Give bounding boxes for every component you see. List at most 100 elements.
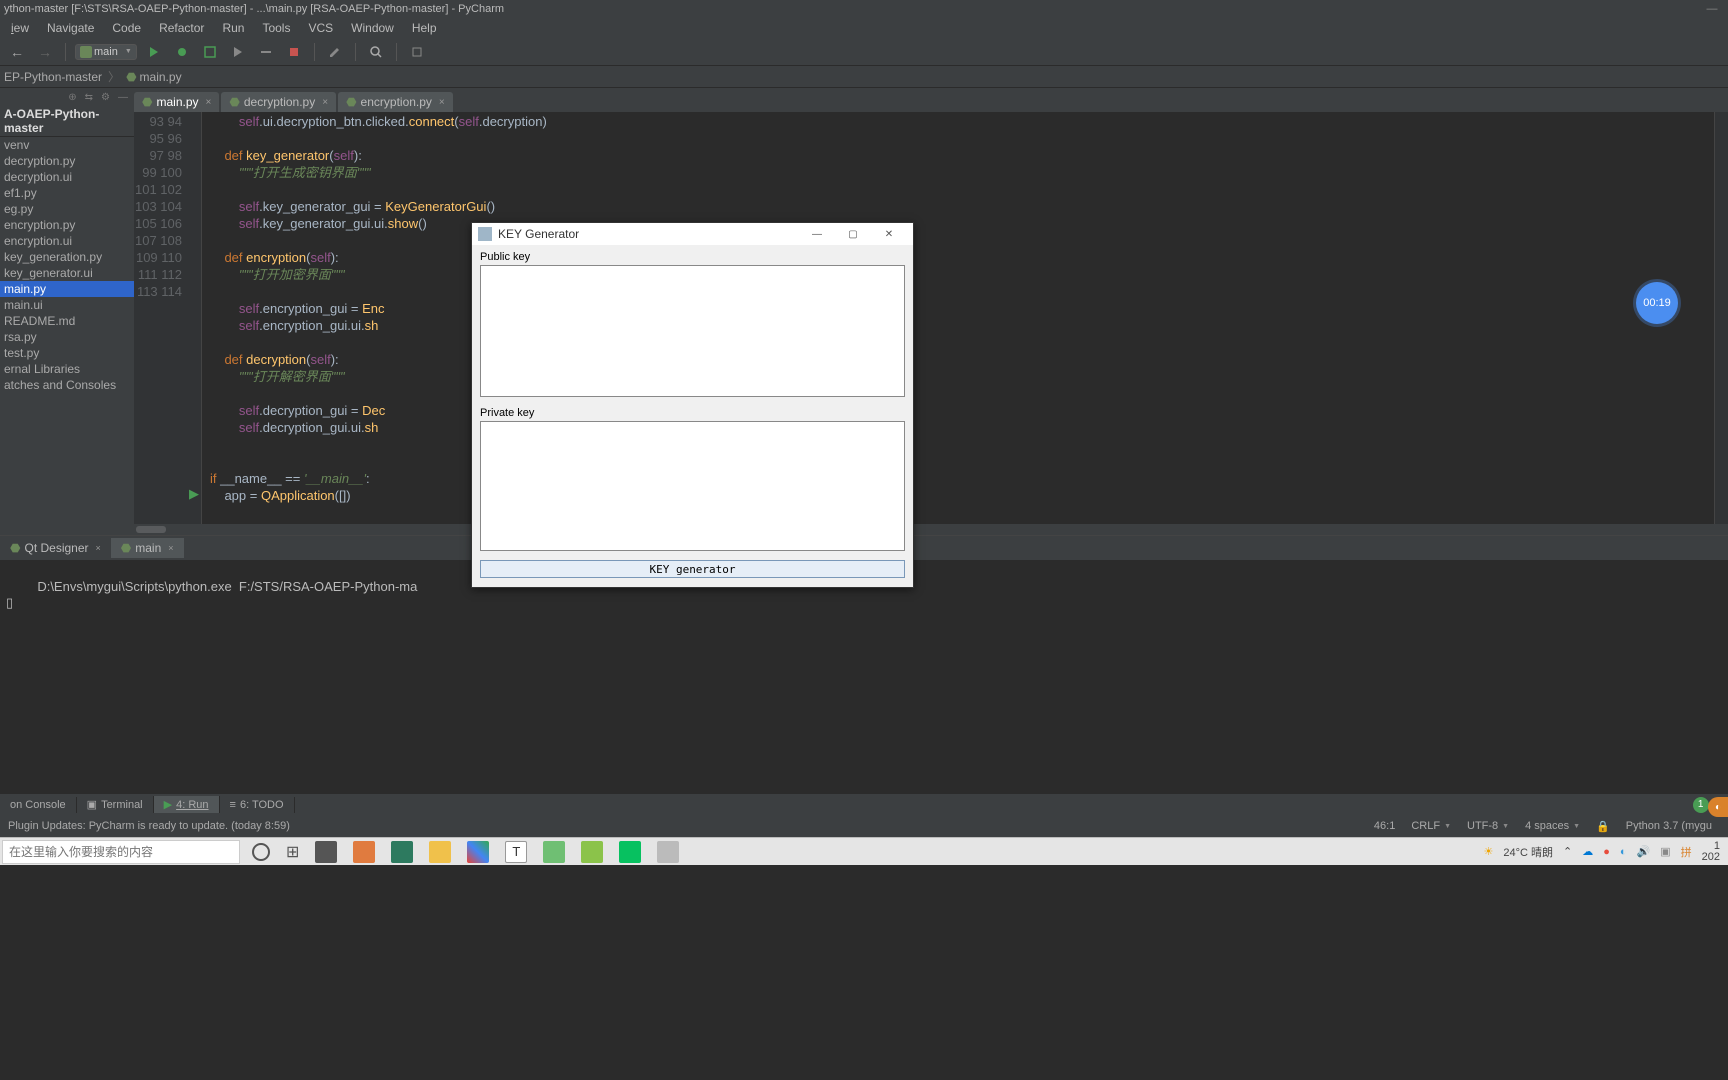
file-tree-item[interactable]: ef1.py	[0, 185, 134, 201]
tab-close-icon[interactable]: ×	[206, 97, 212, 108]
menu-run[interactable]: Run	[213, 19, 253, 37]
menu-bar[interactable]: iew Navigate Code Refactor Run Tools VCS…	[0, 18, 1728, 38]
run-config-selector[interactable]: main	[75, 44, 137, 60]
status-encoding[interactable]: UTF-8▼	[1459, 820, 1517, 832]
file-tree-item[interactable]: ernal Libraries	[0, 361, 134, 377]
tray-app2-icon[interactable]: ◐	[1620, 846, 1627, 858]
file-tree[interactable]: venvdecryption.pydecryption.uief1.pyeg.p…	[0, 137, 134, 535]
file-tree-item[interactable]: main.py	[0, 281, 134, 297]
window-minimize[interactable]: —	[1700, 3, 1724, 15]
menu-window[interactable]: Window	[342, 19, 403, 37]
key-generator-dialog[interactable]: KEY Generator — ▢ ✕ Public key Private k…	[471, 222, 914, 588]
editor-tab[interactable]: ⬣encryption.py×	[338, 92, 453, 112]
file-tree-item[interactable]: key_generator.ui	[0, 265, 134, 281]
run-more2-button[interactable]	[255, 41, 277, 63]
file-tree-item[interactable]: encryption.ui	[0, 233, 134, 249]
stop-button[interactable]	[283, 41, 305, 63]
nav-back-button[interactable]: ←	[6, 41, 28, 63]
weather-text[interactable]: 24°C 晴朗	[1503, 844, 1553, 860]
file-tree-item[interactable]: README.md	[0, 313, 134, 329]
menu-help[interactable]: Help	[403, 19, 446, 37]
tray-app3-icon[interactable]: ▣	[1660, 845, 1670, 858]
chrome-icon[interactable]	[467, 841, 489, 863]
file-tree-item[interactable]: decryption.py	[0, 153, 134, 169]
vcs-button[interactable]	[406, 41, 428, 63]
menu-vcs[interactable]: VCS	[299, 19, 342, 37]
file-tree-item[interactable]: main.ui	[0, 297, 134, 313]
public-key-input[interactable]	[480, 265, 905, 397]
status-python[interactable]: Python 3.7 (mygu	[1618, 820, 1720, 832]
folder-icon[interactable]	[429, 841, 451, 863]
start-icon[interactable]	[252, 843, 270, 861]
taskbar[interactable]: ⊞ T ☀ 24°C 晴朗 ⌃ ☁ ● ◐ 🔊 ▣ 拼 1202	[0, 837, 1728, 865]
sidebar-minimize-icon[interactable]: —	[118, 92, 128, 103]
menu-refactor[interactable]: Refactor	[150, 19, 213, 37]
status-position[interactable]: 46:1	[1366, 820, 1403, 832]
windows-search-input[interactable]	[2, 840, 240, 864]
run-tab[interactable]: ⬣Qt Designer×	[0, 538, 111, 558]
sidebar-target-icon[interactable]: ⊕	[68, 92, 76, 103]
coverage-button[interactable]	[199, 41, 221, 63]
debug-button[interactable]	[171, 41, 193, 63]
editor-tab[interactable]: ⬣decryption.py×	[221, 92, 336, 112]
tray-ime-icon[interactable]: 拼	[1681, 844, 1692, 860]
event-bubble[interactable]: ◐	[1708, 797, 1728, 817]
file-tree-item[interactable]: rsa.py	[0, 329, 134, 345]
menu-tools[interactable]: Tools	[253, 19, 299, 37]
editor-minimap[interactable]	[1714, 112, 1728, 524]
task-view-icon[interactable]: ⊞	[286, 842, 299, 862]
tab-close-icon[interactable]: ×	[322, 97, 328, 108]
tab-close-icon[interactable]: ×	[439, 97, 445, 108]
menu-view[interactable]: iew	[2, 19, 38, 37]
toolwin-todo[interactable]: ≡ 6: TODO	[220, 797, 295, 813]
wechat-icon[interactable]	[619, 841, 641, 863]
edit-config-button[interactable]	[324, 41, 346, 63]
dialog-minimize[interactable]: —	[799, 224, 835, 244]
weather-icon[interactable]: ☀	[1483, 845, 1493, 858]
editor-code[interactable]: self.ui.decryption_btn.clicked.connect(s…	[202, 112, 1714, 524]
app10-icon[interactable]	[657, 841, 679, 863]
app8-icon[interactable]	[581, 841, 603, 863]
status-line-sep[interactable]: CRLF▼	[1403, 820, 1459, 832]
editor-scrollbar-h[interactable]	[134, 524, 1728, 535]
file-tree-item[interactable]: eg.py	[0, 201, 134, 217]
project-root[interactable]: A-OAEP-Python-master	[0, 106, 134, 137]
app7-icon[interactable]	[543, 841, 565, 863]
console-output[interactable]: D:\Envs\mygui\Scripts\python.exe F:/STS/…	[0, 560, 1728, 793]
pycharm-icon[interactable]	[391, 841, 413, 863]
menu-code[interactable]: Code	[103, 19, 150, 37]
nav-forward-button[interactable]: →	[34, 41, 56, 63]
editor-fold-gutter[interactable]: ▶	[188, 112, 202, 524]
sidebar-collapse-icon[interactable]: ⇆	[85, 92, 93, 103]
toolwin-badge[interactable]: 1	[1693, 797, 1709, 813]
run-tab[interactable]: ⬣main×	[111, 538, 184, 558]
explorer-icon[interactable]	[315, 841, 337, 863]
breadcrumb-project[interactable]: EP-Python-master	[2, 70, 104, 84]
tray-up-icon[interactable]: ⌃	[1563, 845, 1572, 858]
menu-navigate[interactable]: Navigate	[38, 19, 103, 37]
tray-app1-icon[interactable]: ●	[1603, 846, 1610, 858]
toolwin-terminal[interactable]: ▣ Terminal	[77, 796, 154, 813]
file-tree-item[interactable]: key_generation.py	[0, 249, 134, 265]
status-indent[interactable]: 4 spaces▼	[1517, 820, 1588, 832]
toolwin-python-console[interactable]: on Console	[0, 797, 77, 813]
private-key-input[interactable]	[480, 421, 905, 551]
tray-clock[interactable]: 1202	[1702, 841, 1720, 863]
editor-tab[interactable]: ⬣main.py×	[134, 92, 219, 112]
toolwin-run[interactable]: ▶ 4: Run	[154, 796, 220, 813]
run-more1-button[interactable]	[227, 41, 249, 63]
run-button[interactable]	[143, 41, 165, 63]
file-tree-item[interactable]: test.py	[0, 345, 134, 361]
tab-close-icon[interactable]: ×	[168, 543, 173, 553]
tray-onedrive-icon[interactable]: ☁	[1582, 845, 1593, 858]
file-tree-item[interactable]: atches and Consoles	[0, 377, 134, 393]
file-tree-item[interactable]: decryption.ui	[0, 169, 134, 185]
dialog-maximize[interactable]: ▢	[835, 224, 871, 244]
code-pane[interactable]: 93 94 95 96 97 98 99 100 101 102 103 104…	[134, 112, 1728, 524]
key-generator-button[interactable]: KEY generator	[480, 560, 905, 578]
file-tree-item[interactable]: encryption.py	[0, 217, 134, 233]
app2-icon[interactable]	[353, 841, 375, 863]
dialog-close[interactable]: ✕	[871, 224, 907, 244]
record-timer[interactable]: 00:19	[1636, 282, 1678, 324]
tray-volume-icon[interactable]: 🔊	[1637, 845, 1651, 858]
